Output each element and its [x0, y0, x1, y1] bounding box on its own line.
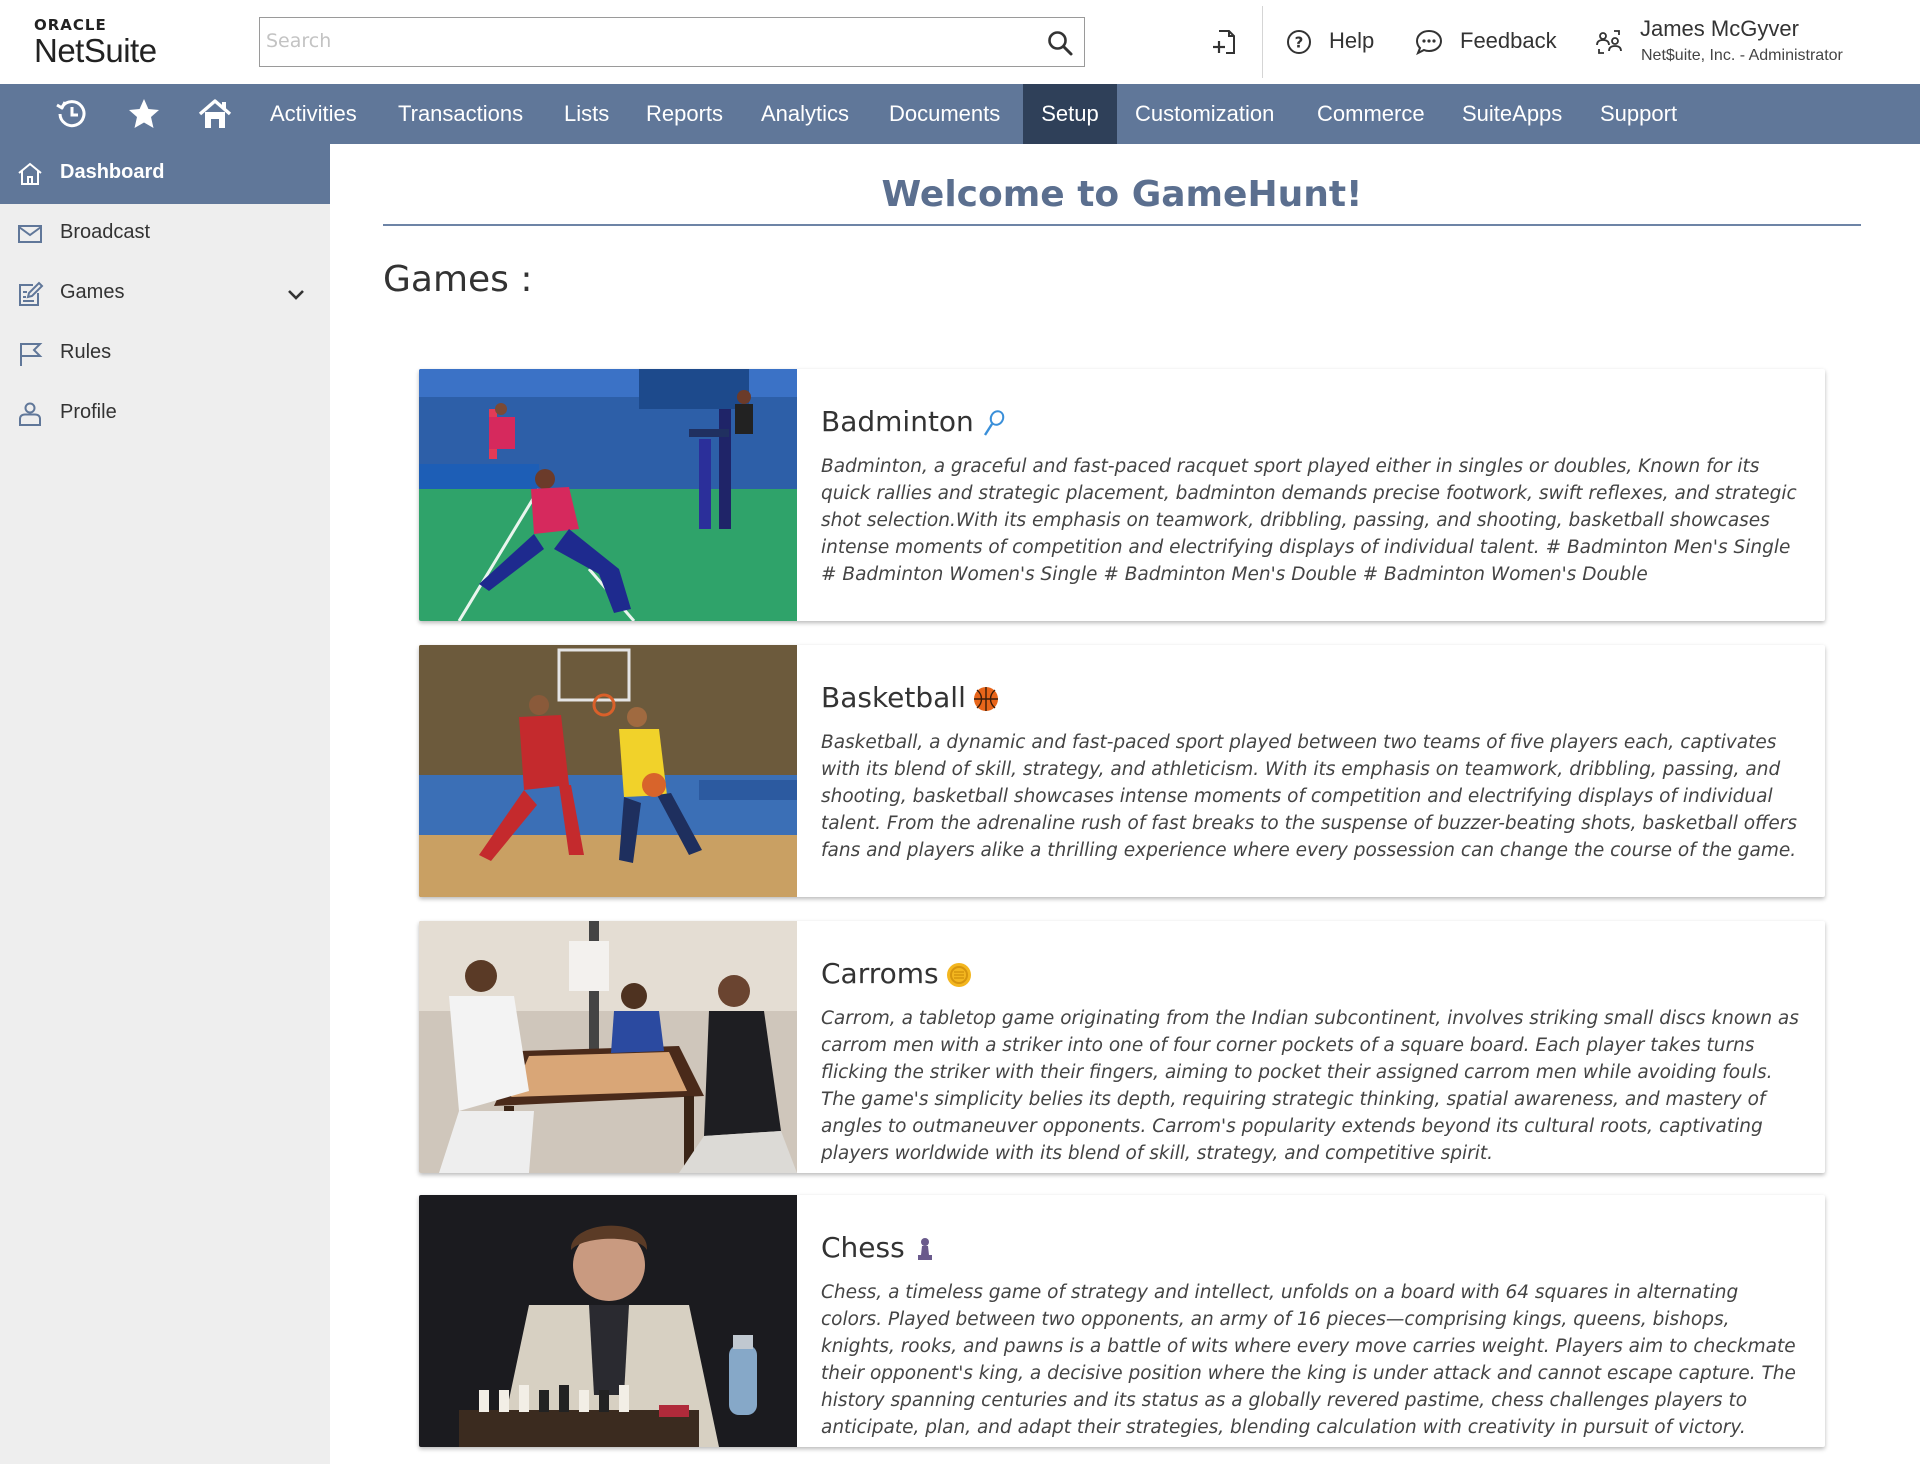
- sidebar-item-games[interactable]: Games: [0, 264, 330, 324]
- search-input[interactable]: [260, 18, 1030, 64]
- game-card-carroms[interactable]: Carroms Carrom, a tabletop game originat…: [419, 921, 1825, 1173]
- sidebar: Dashboard Broadcast Games Rules Profile: [0, 144, 330, 1464]
- game-title: Badminton: [821, 405, 1008, 438]
- nav-support[interactable]: Support: [1600, 84, 1677, 144]
- chess-pawn-icon: [917, 1238, 932, 1260]
- user-icon: [19, 402, 41, 426]
- basketball-photo: [419, 645, 797, 897]
- games-heading: Games :: [383, 259, 533, 300]
- nav-setup[interactable]: Setup: [1023, 84, 1117, 144]
- game-card-basketball[interactable]: Basketball Basketball, a dynamic and fas…: [419, 645, 1825, 897]
- role-switch-icon[interactable]: [1594, 27, 1624, 57]
- top-header: ORACLE NetSuite ? Help Feedback James Mc: [0, 0, 1920, 84]
- create-new-icon[interactable]: [1210, 27, 1240, 57]
- sidebar-item-label: Rules: [60, 341, 112, 363]
- main-content: Welcome to GameHunt! Games : Badminton B…: [330, 144, 1920, 1464]
- logo-product-text: NetSuite: [34, 32, 157, 69]
- netsuite-logo[interactable]: ORACLE NetSuite: [34, 16, 157, 68]
- sidebar-item-broadcast[interactable]: Broadcast: [0, 204, 330, 264]
- game-title-text: Chess: [821, 1231, 905, 1264]
- title-divider: [383, 224, 1861, 226]
- sidebar-item-label: Profile: [60, 401, 117, 423]
- game-description: Badminton, a graceful and fast-paced rac…: [821, 456, 1797, 585]
- feedback-icon[interactable]: [1414, 27, 1444, 57]
- nav-customization[interactable]: Customization: [1135, 84, 1274, 144]
- nav-lists[interactable]: Lists: [564, 84, 609, 144]
- user-name[interactable]: James McGyver: [1640, 16, 1799, 42]
- user-role[interactable]: Net$uite, Inc. - Administrator: [1641, 47, 1843, 65]
- carrom-coin-icon: [946, 963, 971, 987]
- home-nav-icon[interactable]: [197, 96, 233, 132]
- nav-analytics[interactable]: Analytics: [761, 84, 849, 144]
- carrom-photo: [419, 921, 797, 1173]
- nav-documents[interactable]: Documents: [889, 84, 1000, 144]
- game-title-text: Basketball: [821, 681, 966, 714]
- badminton-photo: [419, 369, 797, 621]
- favorites-star-icon[interactable]: [126, 96, 162, 132]
- game-description: Chess, a timeless game of strategy and i…: [821, 1282, 1796, 1438]
- sidebar-item-label: Broadcast: [60, 221, 151, 243]
- game-title: Basketball: [821, 681, 1000, 714]
- nav-suiteapps[interactable]: SuiteApps: [1462, 84, 1562, 144]
- page-title: Welcome to GameHunt!: [881, 174, 1363, 215]
- game-title: Carroms: [821, 957, 973, 990]
- main-navigation: Activities Transactions Lists Reports An…: [0, 84, 1920, 144]
- sidebar-item-rules[interactable]: Rules: [0, 324, 330, 384]
- basketball-icon: [973, 687, 998, 711]
- chess-photo: [419, 1195, 797, 1447]
- game-title-text: Carroms: [821, 957, 939, 990]
- home-icon: [18, 162, 42, 185]
- flag-icon: [20, 343, 43, 366]
- nav-activities[interactable]: Activities: [270, 84, 357, 144]
- edit-icon: [19, 281, 44, 306]
- global-search: [259, 17, 1085, 67]
- sidebar-item-label: Games: [60, 281, 125, 303]
- feedback-link[interactable]: Feedback: [1460, 28, 1557, 54]
- help-link[interactable]: Help: [1329, 28, 1374, 54]
- chevron-down-icon[interactable]: [284, 282, 308, 306]
- recent-records-icon[interactable]: [54, 96, 90, 132]
- game-title: Chess: [821, 1231, 939, 1264]
- game-card-badminton[interactable]: Badminton Badminton, a graceful and fast…: [419, 369, 1825, 621]
- sidebar-item-label: Dashboard: [60, 161, 165, 183]
- game-card-chess[interactable]: Chess Chess, a timeless game of strategy…: [419, 1195, 1825, 1447]
- sidebar-item-profile[interactable]: Profile: [0, 384, 330, 444]
- header-divider: [1262, 6, 1263, 78]
- sidebar-item-dashboard[interactable]: Dashboard: [0, 144, 330, 204]
- search-icon[interactable]: [1046, 29, 1074, 57]
- mail-icon: [18, 225, 42, 243]
- help-icon[interactable]: ?: [1284, 27, 1314, 57]
- game-description: Basketball, a dynamic and fast-paced spo…: [821, 732, 1798, 861]
- badminton-racquet-icon: [983, 410, 1005, 436]
- game-description: Carrom, a tabletop game originating from…: [821, 1008, 1799, 1164]
- game-title-text: Badminton: [821, 405, 974, 438]
- nav-transactions[interactable]: Transactions: [398, 84, 523, 144]
- nav-reports[interactable]: Reports: [646, 84, 723, 144]
- nav-commerce[interactable]: Commerce: [1317, 84, 1425, 144]
- svg-text:?: ?: [1295, 34, 1304, 52]
